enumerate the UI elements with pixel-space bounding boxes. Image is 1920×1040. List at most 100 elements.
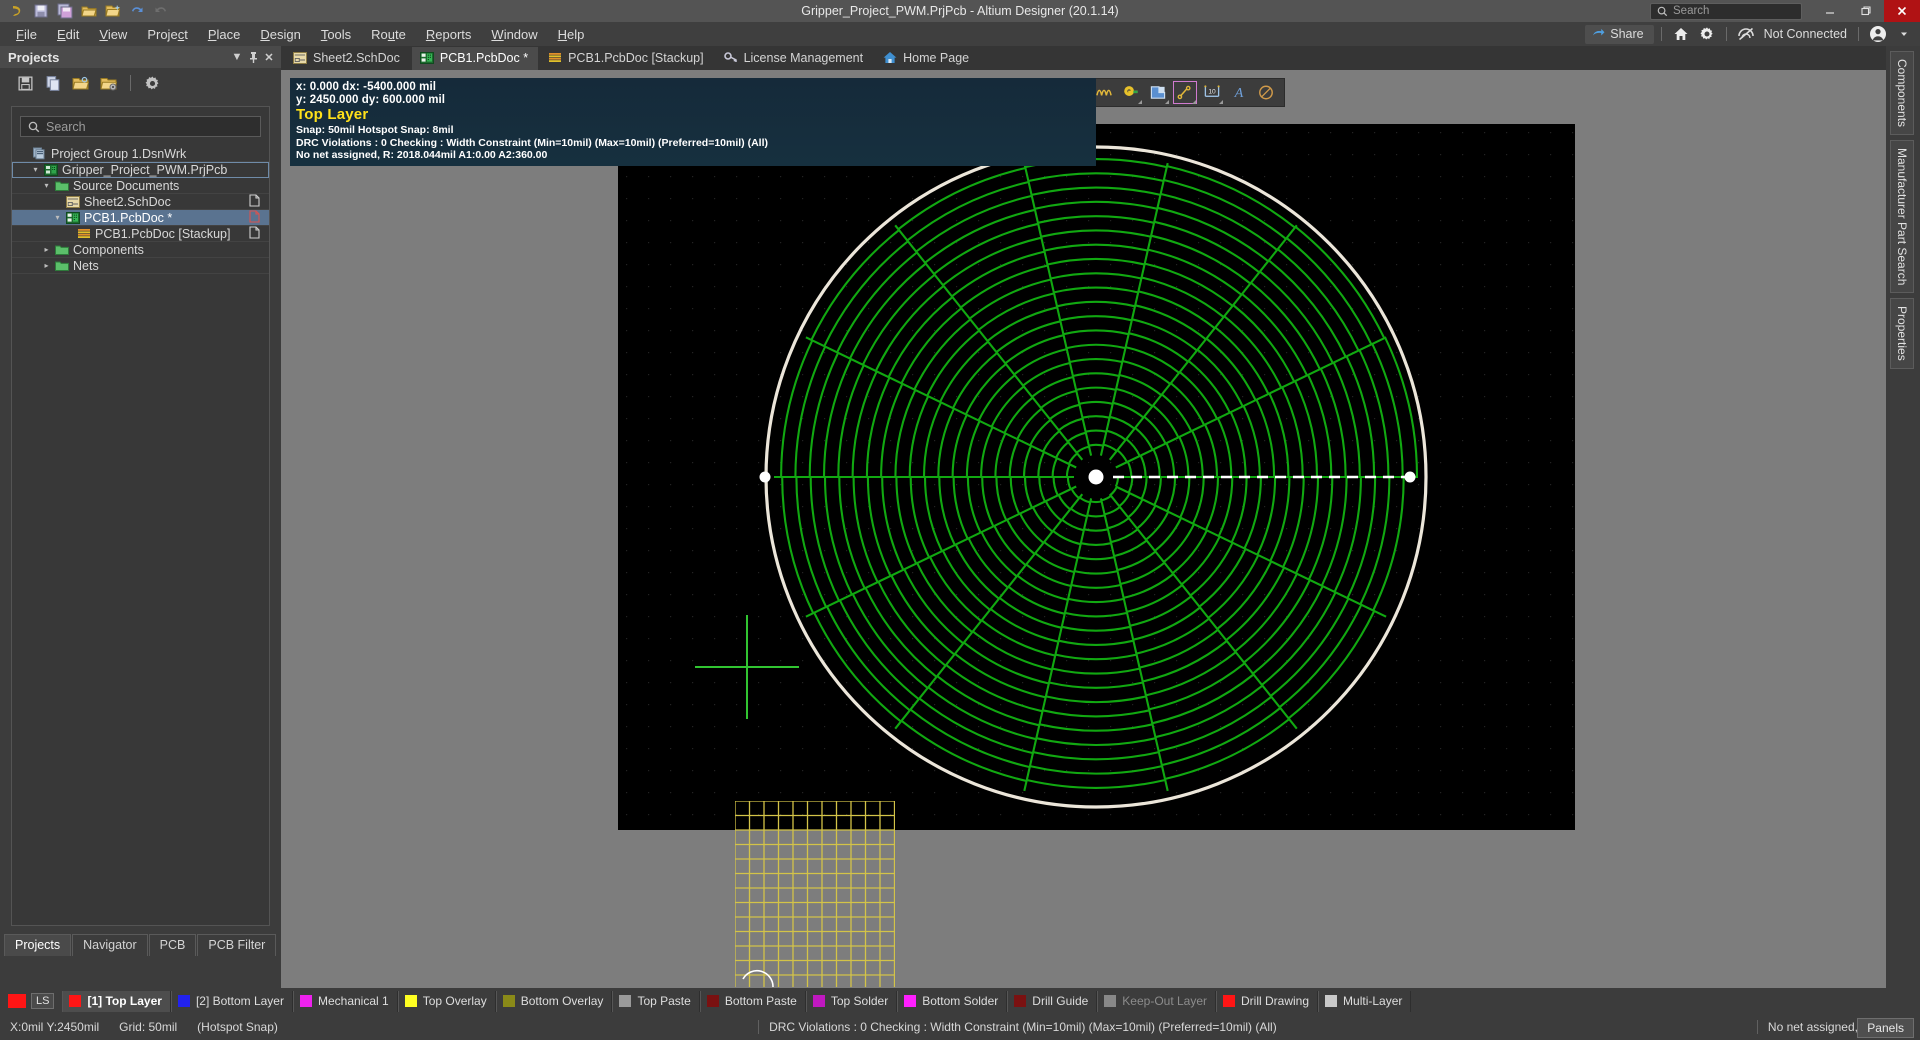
- tree-twisty-icon[interactable]: ▾: [53, 213, 62, 222]
- layer-tab-2-bottom-layer[interactable]: [2] Bottom Layer: [170, 990, 293, 1012]
- document-tab-pcb1-pcbdoc[interactable]: PCB1.PcbDoc *: [411, 46, 539, 70]
- save-all-icon[interactable]: [54, 1, 76, 21]
- tree-item-nets[interactable]: ▸ Nets: [12, 258, 269, 274]
- place-string-icon[interactable]: A: [1226, 80, 1252, 105]
- gear-icon[interactable]: [1695, 22, 1719, 46]
- layer-tab-multi-layer[interactable]: Multi-Layer: [1318, 990, 1412, 1012]
- layer-tab-bottom-paste[interactable]: Bottom Paste: [699, 990, 806, 1012]
- save-icon[interactable]: [14, 72, 36, 94]
- place-polygon-pour-icon[interactable]: [1145, 80, 1171, 105]
- place-via-icon[interactable]: [1118, 80, 1144, 105]
- tree-item-components[interactable]: ▸ Components: [12, 242, 269, 258]
- place-pad-icon[interactable]: [1172, 80, 1198, 105]
- tree-twisty-icon[interactable]: ▸: [42, 261, 51, 270]
- folder-icon: [55, 180, 69, 192]
- open-folder-icon[interactable]: [78, 1, 100, 21]
- menu-place[interactable]: Place: [198, 24, 251, 45]
- layer-tab-label: Top Solder: [830, 993, 889, 1008]
- divider: [1858, 27, 1859, 41]
- divider: [1725, 27, 1727, 41]
- tree-item-label: Components: [73, 242, 144, 257]
- layer-tab-label: Multi-Layer: [1343, 993, 1403, 1008]
- layer-sets-chip[interactable]: LS: [2, 991, 60, 1011]
- layer-tab-mechanical-1[interactable]: Mechanical 1: [292, 990, 398, 1012]
- menu-file[interactable]: File: [6, 24, 47, 45]
- panel-tab-pcb-filter[interactable]: PCB Filter: [197, 934, 277, 956]
- close-button[interactable]: [1884, 0, 1920, 22]
- menu-reports[interactable]: Reports: [416, 24, 482, 45]
- panel-tab-navigator[interactable]: Navigator: [72, 934, 148, 956]
- rail-tab-manufacturer-part-search[interactable]: Manufacturer Part Search: [1890, 140, 1914, 294]
- rail-tab-components[interactable]: Components: [1890, 51, 1914, 136]
- tree-item-label: PCB1.PcbDoc *: [84, 210, 173, 225]
- layer-tab-1-top-layer[interactable]: [1] Top Layer: [62, 990, 171, 1012]
- panel-dropdown-icon[interactable]: ▼: [229, 48, 245, 66]
- status-grid: Grid: 50mil: [119, 1020, 178, 1034]
- tree-item-source-documents[interactable]: ▾ Source Documents: [12, 178, 269, 194]
- project-options-folder-icon[interactable]: [98, 72, 120, 94]
- save-icon[interactable]: [30, 1, 52, 21]
- layer-tab-drill-guide[interactable]: Drill Guide: [1007, 990, 1098, 1012]
- pcb-board-area[interactable]: [618, 124, 1575, 830]
- quick-access-toolbar: [0, 1, 172, 21]
- layer-tab-top-overlay[interactable]: Top Overlay: [397, 990, 496, 1012]
- projects-search-input[interactable]: Search: [20, 116, 261, 137]
- layer-tab-bottom-solder[interactable]: Bottom Solder: [897, 990, 1008, 1012]
- menu-project[interactable]: Project: [137, 24, 197, 45]
- place-dimension-icon[interactable]: 10: [1199, 80, 1225, 105]
- panel-tab-projects[interactable]: Projects: [4, 934, 72, 956]
- panel-tab-pcb[interactable]: PCB: [148, 934, 197, 956]
- panels-button[interactable]: Panels: [1857, 1018, 1914, 1038]
- layer-tab-label: [1] Top Layer: [87, 993, 162, 1008]
- account-avatar-icon[interactable]: [1866, 22, 1890, 46]
- tree-twisty-icon[interactable]: ▾: [31, 165, 40, 174]
- share-button[interactable]: Share: [1585, 24, 1654, 44]
- panel-close-icon[interactable]: ✕: [261, 48, 277, 66]
- projects-tree: Project Group 1.DsnWrk ▾ Gripper_Project_P…: [12, 146, 269, 274]
- menu-view[interactable]: View: [89, 24, 137, 45]
- home-icon: [883, 51, 897, 64]
- layer-tab-drill-drawing[interactable]: Drill Drawing: [1216, 990, 1319, 1012]
- account-chevron-down-icon[interactable]: [1892, 22, 1916, 46]
- menu-route[interactable]: Route: [361, 24, 416, 45]
- tree-twisty-icon[interactable]: ▸: [42, 245, 51, 254]
- settings-gear-icon[interactable]: [141, 72, 163, 94]
- document-tab-license-management[interactable]: License Management: [716, 47, 874, 70]
- global-search-input[interactable]: Search: [1650, 2, 1802, 20]
- layer-tab-top-paste[interactable]: Top Paste: [612, 990, 700, 1012]
- menu-tools[interactable]: Tools: [311, 24, 361, 45]
- tree-item-project-group-1-dsnwrk[interactable]: Project Group 1.DsnWrk: [12, 146, 269, 162]
- tree-item-pcb1-pcbdoc-stackup[interactable]: PCB1.PcbDoc [Stackup]: [12, 225, 269, 242]
- layer-sets-label[interactable]: LS: [31, 993, 55, 1009]
- home-icon[interactable]: [1669, 22, 1693, 46]
- copy-icon[interactable]: [42, 72, 64, 94]
- panel-pin-icon[interactable]: [245, 48, 261, 66]
- menu-design[interactable]: Design: [250, 24, 310, 45]
- layer-tab-bottom-overlay[interactable]: Bottom Overlay: [495, 990, 613, 1012]
- tree-item-gripper-project-pwm-prjpcb[interactable]: ▾ Gripper_Project_PWM.PrjPcb: [12, 162, 269, 178]
- menu-edit[interactable]: Edit: [47, 24, 89, 45]
- document-tab-home-page[interactable]: Home Page: [875, 47, 979, 70]
- pcb-editor-canvas[interactable]: 10 A x: 0.000 dx: -5400.000 mil y: 2450.0…: [281, 70, 1886, 988]
- tree-twisty-icon[interactable]: ▾: [42, 181, 51, 190]
- maximize-button[interactable]: [1848, 0, 1884, 22]
- document-status-glyph-icon: [249, 209, 269, 226]
- open-project-folder-icon[interactable]: [70, 72, 92, 94]
- place-arc-icon[interactable]: [1253, 80, 1279, 105]
- menu-help[interactable]: Help: [548, 24, 595, 45]
- tree-item-pcb1-pcbdoc[interactable]: ▾ PCB1.PcbDoc *: [12, 209, 269, 226]
- altium-logo-icon[interactable]: [6, 1, 28, 21]
- document-tab-sheet2-schdoc[interactable]: Sheet2.SchDoc: [285, 47, 410, 70]
- document-status-glyph-icon: [249, 225, 269, 242]
- layer-tab-top-solder[interactable]: Top Solder: [805, 990, 898, 1012]
- tree-item-sheet2-schdoc[interactable]: Sheet2.SchDoc: [12, 193, 269, 210]
- undo-icon[interactable]: [126, 1, 148, 21]
- open-project-icon[interactable]: [102, 1, 124, 21]
- document-tab-pcb1-pcbdoc-stackup[interactable]: PCB1.PcbDoc [Stackup]: [540, 47, 713, 70]
- workspace-icon: [33, 147, 47, 160]
- menu-window[interactable]: Window: [481, 24, 547, 45]
- tree-item-label: Source Documents: [73, 178, 180, 193]
- minimize-button[interactable]: [1812, 0, 1848, 22]
- title-bar: Gripper_Project_PWM.PrjPcb - Altium Desi…: [0, 0, 1920, 22]
- rail-tab-properties[interactable]: Properties: [1890, 298, 1914, 370]
